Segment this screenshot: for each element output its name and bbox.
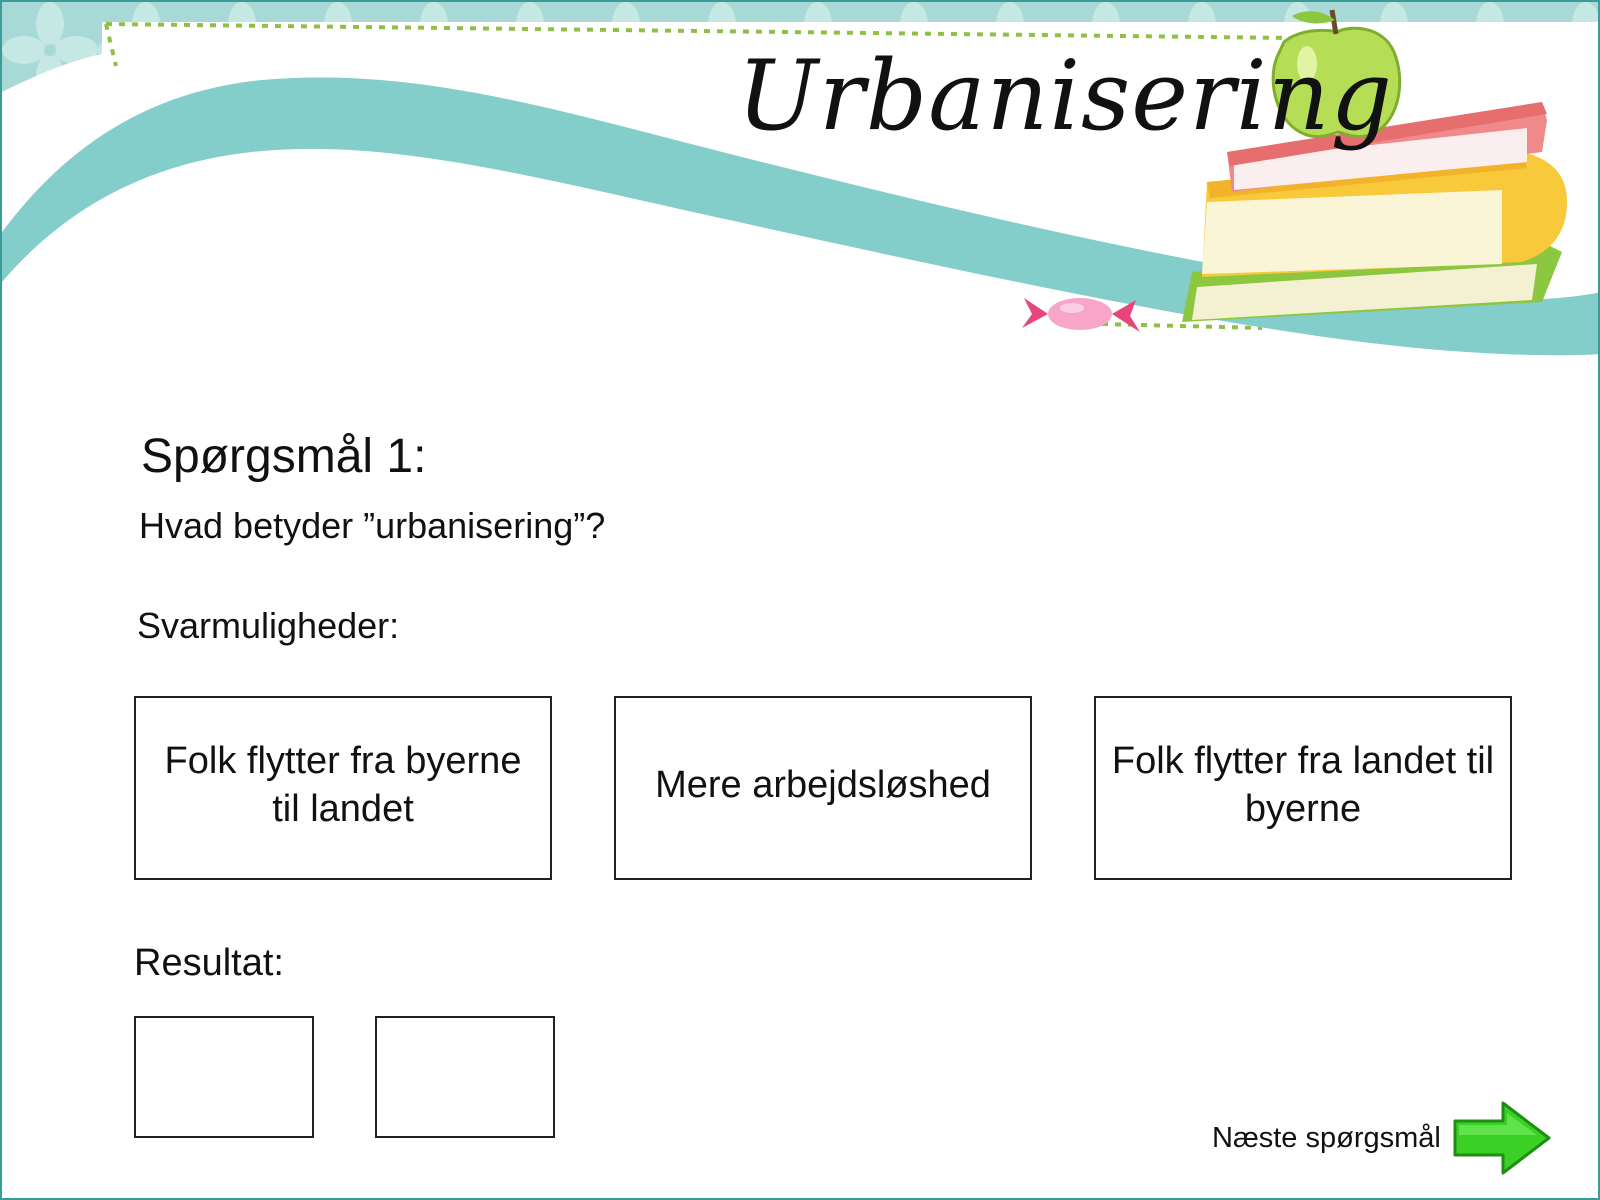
answer-option-2[interactable]: Mere arbejdsløshed bbox=[614, 696, 1032, 880]
result-label: Resultat: bbox=[134, 942, 284, 984]
next-question-label: Næste spørgsmål bbox=[1212, 1121, 1441, 1154]
answer-option-3[interactable]: Folk flytter fra landet til byerne bbox=[1094, 696, 1512, 880]
question-heading: Spørgsmål 1: bbox=[141, 430, 427, 483]
question-text: Hvad betyder ”urbanisering”? bbox=[139, 505, 606, 546]
next-question-button[interactable]: Næste spørgsmål bbox=[1212, 1098, 1553, 1178]
result-slot-2[interactable] bbox=[375, 1016, 555, 1138]
green-right-arrow-icon[interactable] bbox=[1451, 1099, 1553, 1177]
answer-option-1[interactable]: Folk flytter fra byerne til landet bbox=[134, 696, 552, 880]
answer-option-label: Mere arbejdsløshed bbox=[655, 764, 991, 806]
result-slot-1[interactable] bbox=[134, 1016, 314, 1138]
quiz-slide: Urbanisering Spørgsmål 1: Hvad betyder ”… bbox=[0, 0, 1600, 1200]
answer-option-label: Folk flytter fra landet til byerne bbox=[1111, 740, 1495, 830]
answer-option-label: Folk flytter fra byerne til landet bbox=[164, 740, 522, 830]
options-label: Svarmuligheder: bbox=[137, 605, 400, 646]
slide-title: Urbanisering bbox=[737, 40, 1393, 152]
